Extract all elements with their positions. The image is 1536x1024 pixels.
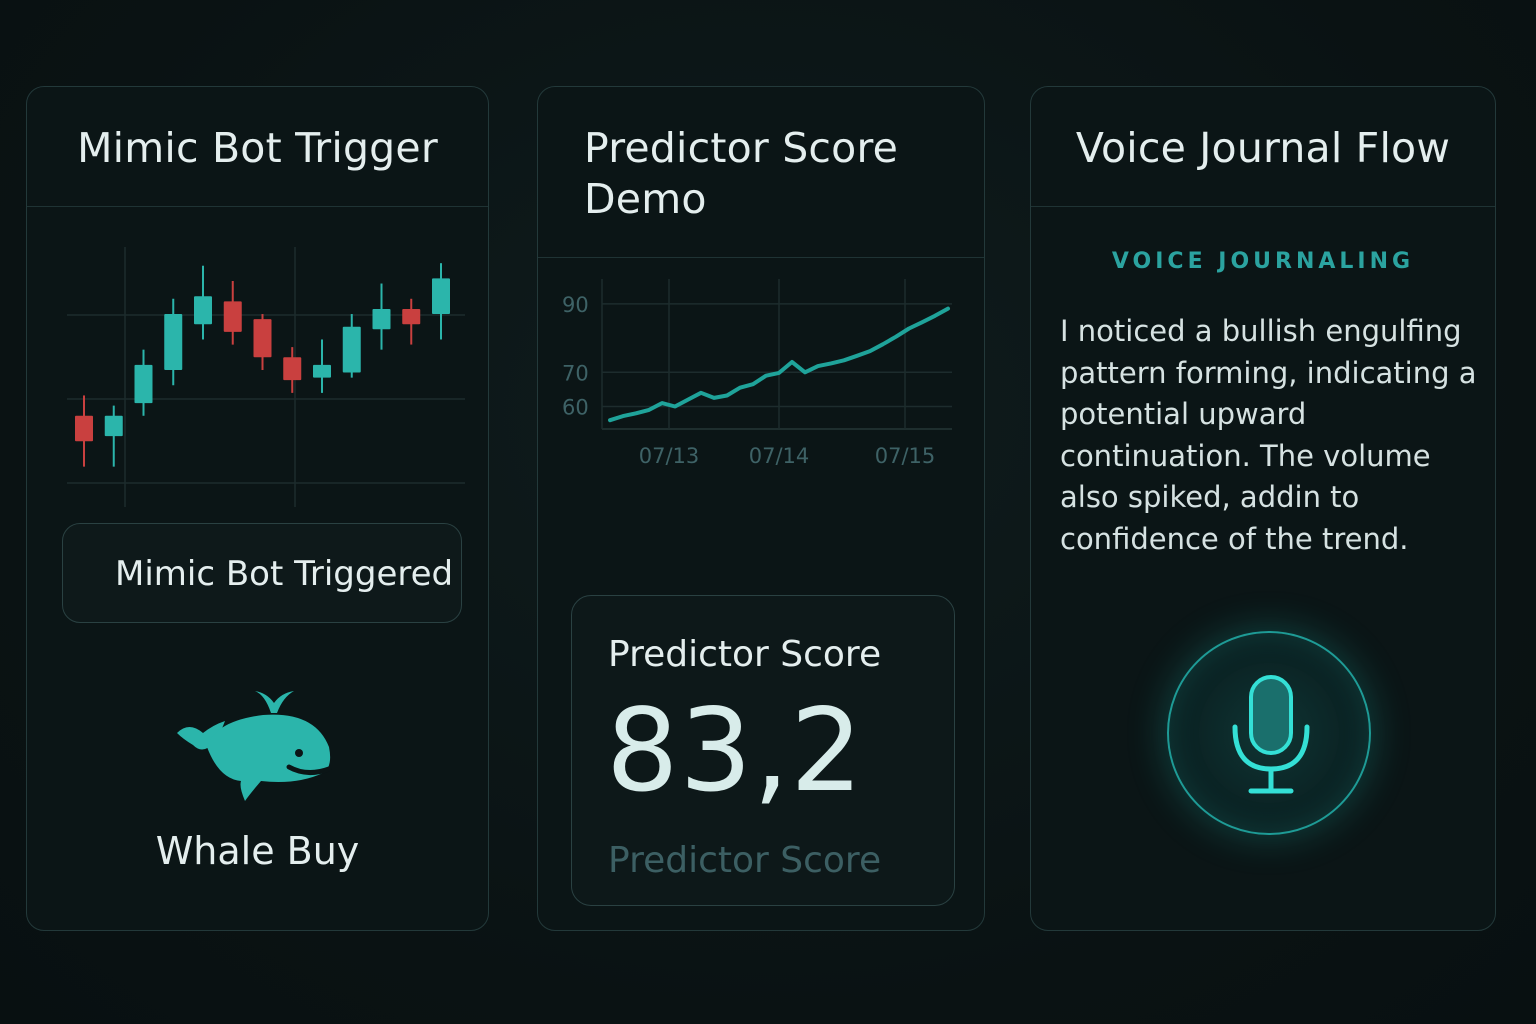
- candle: [372, 283, 391, 350]
- y-tick-label: 60: [562, 395, 589, 419]
- y-axis: 60 70 90: [562, 293, 589, 420]
- candle: [164, 298, 183, 386]
- y-tick-label: 90: [562, 293, 589, 317]
- mimic-bot-card: Mimic Bot Trigger Mimic Bot Triggered Wh…: [26, 86, 489, 931]
- candle: [253, 314, 272, 370]
- voice-journaling-label: VOICE JOURNALING: [1111, 249, 1415, 274]
- card-header: Voice Journal Flow: [1031, 87, 1495, 207]
- candle-body: [223, 301, 242, 332]
- candle: [104, 405, 123, 467]
- candle-body: [372, 308, 391, 330]
- candle-series: [75, 263, 450, 467]
- microphone-icon: [1232, 675, 1310, 794]
- card-title: Voice Journal Flow: [1075, 124, 1451, 172]
- candle-body: [402, 308, 421, 325]
- score-caption: Predictor Score: [608, 840, 882, 881]
- candle: [194, 265, 212, 340]
- candlestick-chart: [67, 247, 465, 507]
- voice-journal-card: Voice Journal Flow VOICE JOURNALING I no…: [1030, 86, 1496, 931]
- whale-icon: [177, 691, 332, 801]
- candle: [283, 347, 302, 393]
- x-tick-label: 07/14: [749, 444, 810, 468]
- dashboard-page: Mimic Bot Trigger Mimic Bot Triggered Wh…: [0, 0, 1536, 1024]
- trigger-status-text: Mimic Bot Triggered: [115, 554, 454, 594]
- candle: [134, 349, 153, 416]
- predictor-score-card: Predictor Score Demo 60 70 90 07/13 07/14 07…: [537, 86, 985, 931]
- candle-body: [75, 415, 93, 442]
- card-header: Mimic Bot Trigger: [27, 87, 488, 207]
- candle-body: [313, 364, 331, 378]
- mimic-bot-triggered-alert[interactable]: Mimic Bot Triggered: [62, 523, 462, 623]
- candle: [342, 314, 361, 378]
- predictor-score-panel: Predictor Score 83,2 Predictor Score: [571, 595, 955, 906]
- card-title: Mimic Bot Trigger: [77, 124, 438, 172]
- candle: [432, 263, 450, 340]
- card-title: Predictor Score Demo: [584, 124, 899, 223]
- x-tick-label: 07/15: [875, 444, 936, 468]
- candle-body: [432, 278, 450, 315]
- candle-body: [134, 364, 153, 404]
- journal-transcript: I noticed a bullish engulfing pattern fo…: [1060, 314, 1477, 556]
- whale-buy-label: Whale Buy: [155, 829, 360, 873]
- predictor-line-chart: 60 70 90 07/13 07/14 07/15: [562, 279, 952, 468]
- candle: [75, 395, 93, 467]
- x-tick-label: 07/13: [639, 444, 700, 468]
- x-axis: 07/13 07/14 07/15: [639, 444, 936, 468]
- candle-body: [104, 415, 123, 437]
- candle-body: [283, 357, 302, 381]
- candle-body: [253, 319, 272, 358]
- candle-body: [164, 314, 183, 370]
- candle: [402, 298, 421, 345]
- score-value: 83,2: [606, 684, 864, 817]
- candle: [313, 339, 331, 393]
- card-header: Predictor Score Demo: [538, 87, 984, 258]
- record-button[interactable]: [1167, 631, 1371, 835]
- chart-grid: [67, 247, 465, 507]
- y-tick-label: 70: [562, 361, 589, 385]
- candle-body: [194, 296, 212, 325]
- candle-body: [342, 326, 361, 373]
- score-label: Predictor Score: [608, 634, 882, 675]
- candle: [223, 280, 242, 345]
